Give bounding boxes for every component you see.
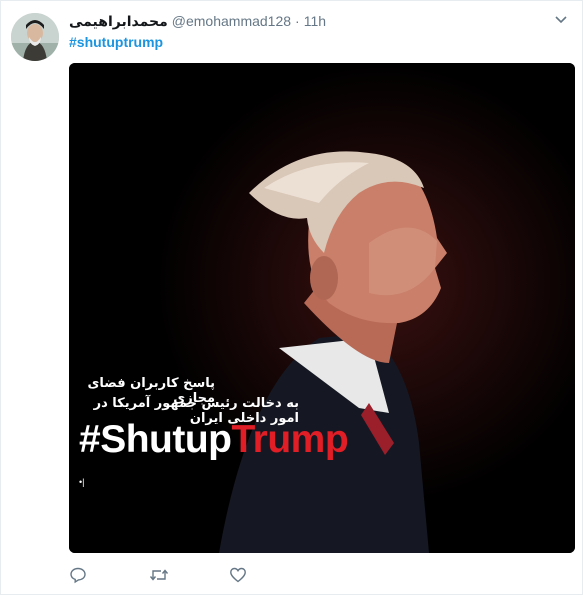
corner-mark: •| bbox=[79, 477, 85, 487]
separator-dot: · bbox=[295, 13, 300, 29]
portrait-image bbox=[69, 63, 575, 553]
reply-icon bbox=[70, 567, 86, 584]
overlay-hashtag-white: #Shutup bbox=[79, 418, 232, 461]
timestamp[interactable]: 11h bbox=[304, 13, 326, 29]
retweet-icon bbox=[149, 569, 169, 581]
avatar[interactable] bbox=[11, 13, 59, 61]
reply-button[interactable] bbox=[69, 564, 149, 586]
chevron-down-icon[interactable] bbox=[552, 11, 570, 29]
retweet-button[interactable] bbox=[149, 564, 229, 586]
heart-icon bbox=[230, 567, 246, 583]
like-button[interactable] bbox=[229, 564, 309, 586]
user-handle[interactable]: @emohammad128 bbox=[172, 13, 291, 29]
tweet-card[interactable]: محمدابراهیمی @emohammad128 · 11h #shutup… bbox=[0, 0, 583, 595]
overlay-hashtag-red: Trump bbox=[231, 418, 349, 461]
overlay-hashtag: #ShutupTrump bbox=[79, 418, 349, 462]
tweet-hashtag-link[interactable]: #shutuptrump bbox=[69, 34, 163, 50]
display-name[interactable]: محمدابراهیمی bbox=[69, 13, 168, 30]
avatar-image bbox=[11, 13, 59, 61]
tweet-header: محمدابراهیمی @emohammad128 · 11h bbox=[69, 11, 542, 31]
tweet-actions bbox=[69, 564, 309, 586]
tweet-media-image[interactable]: پاسخ کاربران فضای مجازی به دخالت رئیس جم… bbox=[69, 63, 575, 553]
